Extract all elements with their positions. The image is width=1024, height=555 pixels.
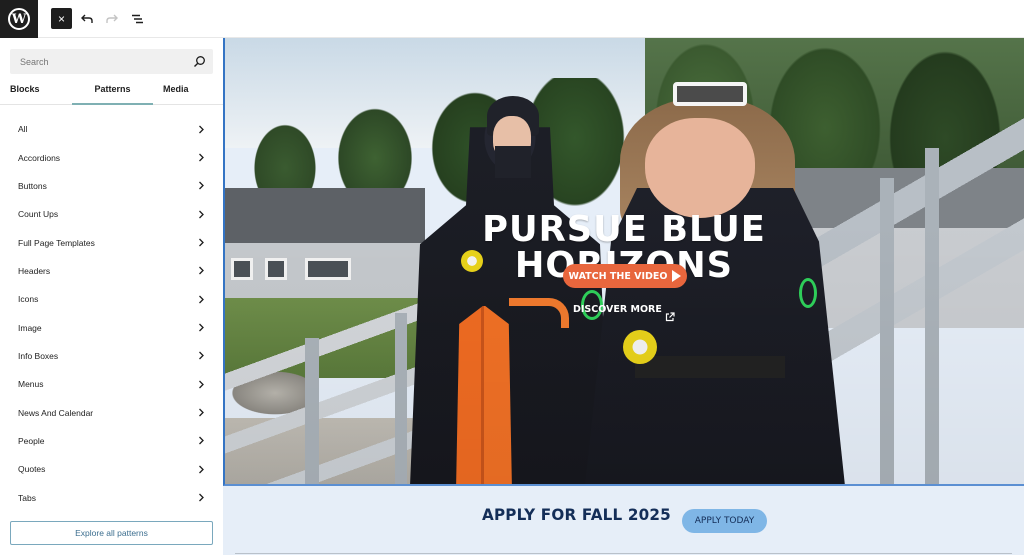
category-label: Image: [18, 322, 42, 333]
category-label: Menus: [18, 379, 44, 390]
category-label: Headers: [18, 265, 51, 276]
block-inserter-panel: Blocks Patterns Media All Accordions But…: [0, 38, 223, 555]
chevron-right-icon: [199, 238, 204, 247]
editor-canvas: PURSUE BLUE HORIZONS WATCH THE VIDEO DIS…: [223, 38, 1024, 555]
chevron-right-icon: [199, 210, 204, 219]
pattern-category-headers[interactable]: Headers: [0, 257, 223, 285]
category-label: Info Boxes: [18, 350, 59, 361]
section-divider: [235, 553, 1012, 554]
search-input[interactable]: [10, 49, 180, 74]
category-label: Tabs: [18, 492, 36, 503]
pattern-category-image[interactable]: Image: [0, 313, 223, 341]
chevron-right-icon: [199, 351, 204, 360]
pattern-category-news-and-calendar[interactable]: News And Calendar: [0, 398, 223, 426]
pattern-category-all[interactable]: All: [0, 115, 223, 143]
pattern-category-count-ups[interactable]: Count Ups: [0, 200, 223, 228]
watch-video-label: WATCH THE VIDEO: [568, 270, 668, 282]
search-field: [10, 49, 213, 74]
category-label: Accordions: [18, 152, 61, 163]
chevron-right-icon: [199, 125, 204, 134]
document-overview-button[interactable]: [127, 8, 147, 29]
pattern-category-accordions[interactable]: Accordions: [0, 143, 223, 171]
play-icon: [672, 270, 682, 282]
undo-icon: [81, 14, 93, 23]
close-inserter-button[interactable]: ×: [51, 8, 72, 29]
pattern-category-people[interactable]: People: [0, 427, 223, 455]
chevron-right-icon: [199, 380, 204, 389]
tab-patterns[interactable]: Patterns: [72, 78, 153, 105]
category-label: News And Calendar: [18, 407, 94, 418]
category-label: Count Ups: [18, 209, 59, 220]
category-label: All: [18, 124, 28, 135]
inserter-tabs: Blocks Patterns Media: [0, 78, 223, 105]
discover-more-link[interactable]: DISCOVER MORE: [573, 304, 662, 315]
chevron-right-icon: [199, 181, 204, 190]
apply-today-button[interactable]: APPLY TODAY: [682, 509, 767, 533]
pattern-category-menus[interactable]: Menus: [0, 370, 223, 398]
pattern-category-full-page-templates[interactable]: Full Page Templates: [0, 228, 223, 256]
category-label: People: [18, 435, 45, 446]
search-icon: [194, 56, 205, 67]
pattern-category-info-boxes[interactable]: Info Boxes: [0, 342, 223, 370]
wordpress-logo-icon: W: [8, 8, 30, 30]
chevron-right-icon: [199, 408, 204, 417]
chevron-right-icon: [199, 436, 204, 445]
explore-all-patterns-button[interactable]: Explore all patterns: [10, 521, 213, 545]
undo-button[interactable]: [77, 8, 97, 29]
editor-top-toolbar: W ×: [0, 0, 1024, 38]
pattern-category-tabs[interactable]: Tabs: [0, 483, 223, 511]
document-overview-icon: [131, 14, 143, 23]
chevron-right-icon: [199, 266, 204, 275]
wordpress-logo-button[interactable]: W: [0, 0, 38, 38]
chevron-right-icon: [199, 153, 204, 162]
watch-the-video-button[interactable]: WATCH THE VIDEO: [563, 264, 687, 288]
apply-cta-section: APPLY FOR FALL 2025 APPLY TODAY: [223, 488, 1024, 555]
close-icon: ×: [57, 11, 65, 26]
hero-cover-block[interactable]: PURSUE BLUE HORIZONS WATCH THE VIDEO DIS…: [223, 38, 1024, 486]
pattern-category-buttons[interactable]: Buttons: [0, 172, 223, 200]
tab-media[interactable]: Media: [163, 78, 189, 105]
chevron-right-icon: [199, 465, 204, 474]
category-label: Full Page Templates: [18, 237, 95, 248]
category-label: Buttons: [18, 180, 47, 191]
chevron-right-icon: [199, 323, 204, 332]
external-link-icon[interactable]: [665, 312, 675, 322]
chevron-right-icon: [199, 295, 204, 304]
pattern-category-quotes[interactable]: Quotes: [0, 455, 223, 483]
redo-button[interactable]: [102, 8, 122, 29]
tab-blocks[interactable]: Blocks: [10, 78, 40, 105]
category-label: Icons: [18, 294, 39, 305]
pattern-category-list: All Accordions Buttons Count Ups Full Pa…: [0, 115, 223, 512]
pattern-category-icons[interactable]: Icons: [0, 285, 223, 313]
cta-heading[interactable]: APPLY FOR FALL 2025: [482, 505, 671, 524]
chevron-right-icon: [199, 493, 204, 502]
redo-icon: [106, 14, 118, 23]
category-label: Quotes: [18, 464, 46, 475]
